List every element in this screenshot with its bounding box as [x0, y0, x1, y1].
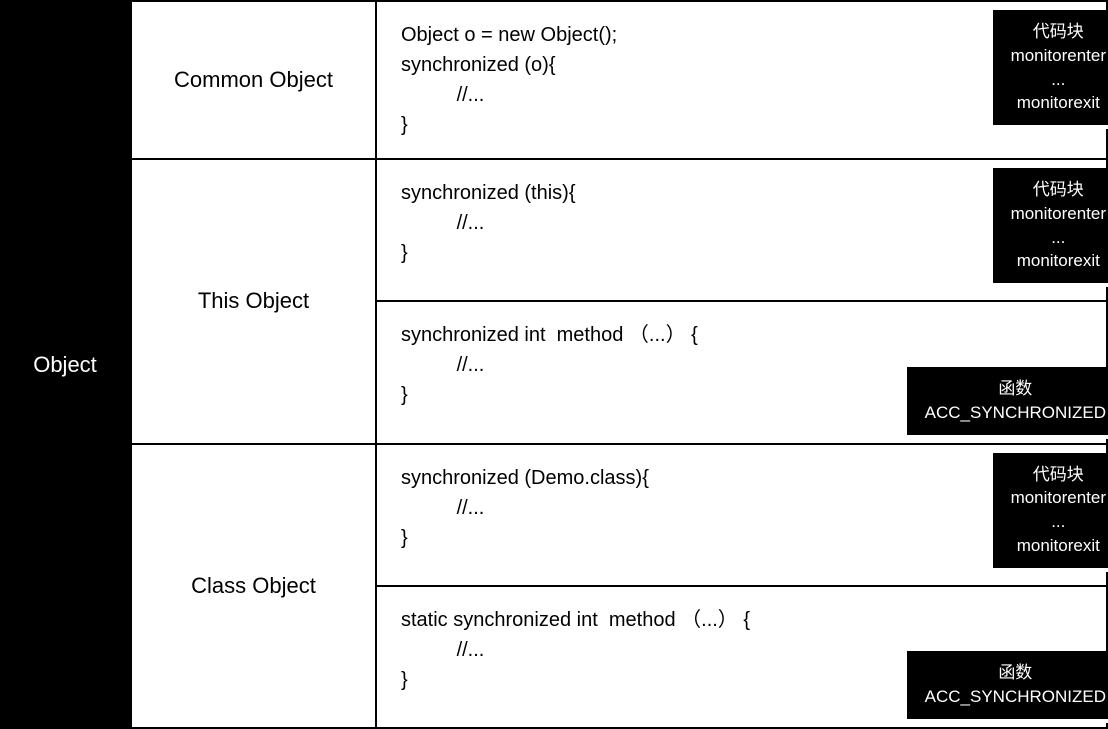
badge-monitorenter: 代码块 monitorenter ... monitorexit	[993, 10, 1108, 125]
section-common-object: Common Object Object o = new Object(); s…	[130, 0, 1108, 158]
badge-monitorenter: 代码块 monitorenter ... monitorexit	[993, 453, 1108, 568]
code-column: Object o = new Object(); synchronized (o…	[377, 2, 1106, 158]
sections-container: Common Object Object o = new Object(); s…	[130, 0, 1108, 729]
code-cell: Object o = new Object(); synchronized (o…	[377, 2, 1106, 158]
code-cell: synchronized (Demo.class){ //... } 代码块 m…	[377, 445, 1106, 587]
section-label-text: Class Object	[191, 573, 316, 599]
section-this-object: This Object synchronized (this){ //... }…	[130, 158, 1108, 443]
section-label: Common Object	[132, 2, 377, 158]
code-column: synchronized (this){ //... } 代码块 monitor…	[377, 160, 1106, 443]
code-text: Object o = new Object(); synchronized (o…	[401, 20, 1082, 140]
code-cell: static synchronized int method （...） { /…	[377, 587, 1106, 727]
code-column: synchronized (Demo.class){ //... } 代码块 m…	[377, 445, 1106, 728]
root-label: Object	[0, 0, 130, 729]
diagram-root: Object Common Object Object o = new Obje…	[0, 0, 1108, 729]
badge-acc-synchronized: 函数 ACC_SYNCHRONIZED	[907, 651, 1108, 719]
code-text: synchronized (this){ //... }	[401, 178, 1082, 268]
section-label-text: Common Object	[174, 67, 333, 93]
code-text: synchronized (Demo.class){ //... }	[401, 463, 1082, 553]
section-label: Class Object	[132, 445, 377, 728]
badge-monitorenter: 代码块 monitorenter ... monitorexit	[993, 168, 1108, 283]
section-class-object: Class Object synchronized (Demo.class){ …	[130, 443, 1108, 729]
badge-acc-synchronized: 函数 ACC_SYNCHRONIZED	[907, 367, 1108, 435]
section-label-text: This Object	[198, 288, 309, 314]
root-title: Object	[33, 352, 97, 378]
code-cell: synchronized int method （...） { //... } …	[377, 302, 1106, 442]
code-cell: synchronized (this){ //... } 代码块 monitor…	[377, 160, 1106, 302]
section-label: This Object	[132, 160, 377, 443]
